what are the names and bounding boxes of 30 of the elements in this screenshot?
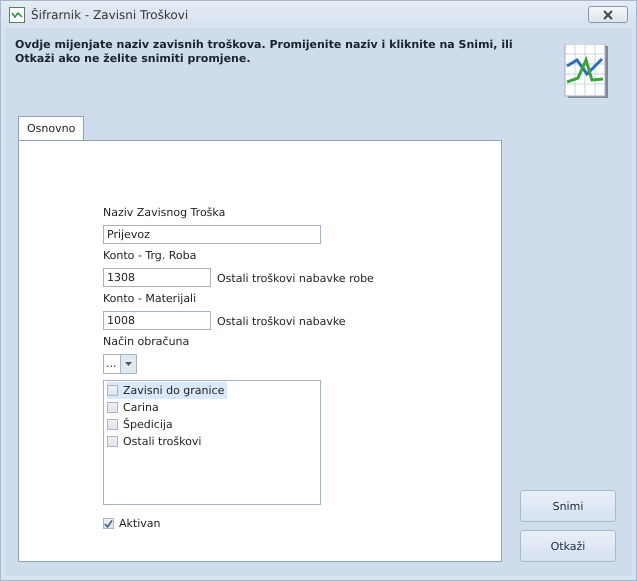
field-label: Konto - Trg. Roba bbox=[103, 249, 196, 263]
chart-icon bbox=[564, 44, 610, 100]
close-button[interactable] bbox=[588, 6, 628, 23]
list-item[interactable]: Carina bbox=[107, 399, 162, 416]
field-label: Naziv Zavisnog Troška bbox=[103, 206, 226, 220]
account-description: Ostali troškovi nabavke robe bbox=[217, 272, 374, 285]
checkbox-label: Aktivan bbox=[119, 517, 160, 530]
app-icon bbox=[9, 6, 25, 22]
field-label: Način obračuna bbox=[103, 335, 190, 349]
tab[interactable]: Osnovno bbox=[18, 116, 84, 141]
name-field[interactable]: Prijevoz bbox=[103, 225, 321, 244]
checkbox[interactable] bbox=[107, 402, 118, 413]
caret-icon bbox=[125, 362, 132, 366]
checkbox[interactable] bbox=[107, 419, 118, 430]
checkbox[interactable] bbox=[107, 385, 118, 396]
save-button[interactable]: Snimi bbox=[520, 490, 616, 522]
close-icon bbox=[602, 10, 614, 20]
list-item[interactable]: Ostali troškovi bbox=[107, 433, 204, 450]
header-message: Ovdje mijenjate naziv zavisnih troškova. Promijenite naziv i kliknite na Snimi, ili Otkaži ako ne želite snimiti promjene. bbox=[15, 38, 514, 67]
method-dropdown[interactable]: ... bbox=[103, 354, 137, 374]
window-title: Šifrarnik - Zavisni Troškovi bbox=[31, 8, 190, 22]
cancel-button[interactable]: Otkaži bbox=[520, 530, 616, 562]
account-field[interactable]: 1308 bbox=[103, 268, 211, 287]
field-label: Konto - Materijali bbox=[103, 292, 196, 306]
checkbox[interactable] bbox=[107, 436, 118, 447]
list-item[interactable]: Zavisni do granice bbox=[107, 382, 228, 399]
account-field[interactable]: 1008 bbox=[103, 311, 211, 330]
list-item[interactable]: Špedicija bbox=[107, 416, 176, 433]
checkbox[interactable] bbox=[103, 518, 114, 529]
account-description: Ostali troškovi nabavke bbox=[217, 315, 346, 328]
